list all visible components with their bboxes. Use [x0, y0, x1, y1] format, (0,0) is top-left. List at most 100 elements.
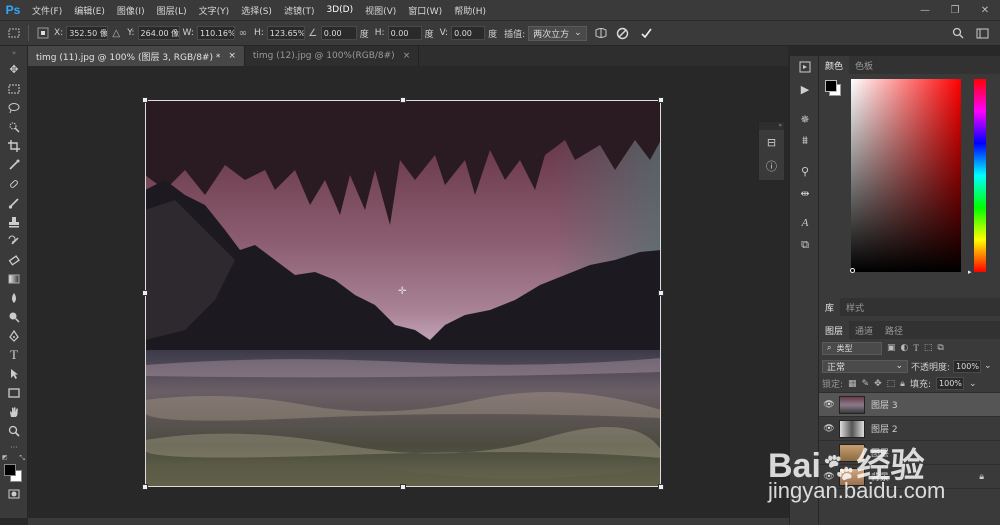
relative-position-icon[interactable]: △	[108, 25, 124, 41]
lasso-tool-icon[interactable]	[0, 98, 28, 117]
close-icon[interactable]: ×	[228, 51, 236, 61]
restore-button[interactable]: ❐	[940, 0, 970, 20]
link-icon[interactable]: ∞	[235, 25, 251, 41]
toolbar-collapse-icon[interactable]: »	[0, 46, 28, 60]
tab-timg-12[interactable]: timg (12).jpg @ 100%(RGB/8#) ×	[245, 46, 420, 66]
swap-colors-icon[interactable]: ⤡	[19, 454, 25, 463]
commit-transform-icon[interactable]	[639, 25, 655, 41]
interpolation-select[interactable]: 两次立方 ⌄	[528, 25, 587, 41]
character-icon[interactable]: A	[790, 212, 820, 234]
lock-pixels-icon[interactable]: ✎	[862, 379, 870, 389]
rotate-field[interactable]: 0.00	[320, 26, 357, 40]
adjustments-sliders-icon[interactable]: ⇹	[790, 182, 820, 204]
layer-row[interactable]: 👁︎ 图层 3	[819, 393, 1000, 417]
filter-type-icon[interactable]: T	[913, 343, 919, 353]
lock-position-icon[interactable]: ✥	[874, 379, 882, 389]
transform-handle-tl[interactable]	[142, 97, 148, 103]
filter-shape-icon[interactable]: ⬚	[924, 343, 933, 353]
clone-stamp-tool-icon[interactable]	[0, 212, 28, 231]
transform-handle-br[interactable]	[658, 484, 664, 490]
tool-presets-icon[interactable]: ⚲	[790, 160, 820, 182]
lock-transparent-icon[interactable]: ▦	[848, 379, 857, 389]
vskew-field[interactable]: 0.00	[451, 26, 486, 40]
tab-layers[interactable]: 图层	[819, 321, 850, 339]
zoom-tool-icon[interactable]	[0, 421, 28, 440]
tab-paths[interactable]: 路径	[879, 321, 909, 339]
filter-smart-icon[interactable]: ⧉	[937, 343, 943, 353]
lock-all-icon[interactable]: 🔒︎	[900, 379, 905, 389]
transform-handle-ml[interactable]	[142, 290, 148, 296]
tab-swatches[interactable]: 色板	[849, 56, 879, 74]
transform-handle-tc[interactable]	[400, 97, 406, 103]
panel-collapse-icon[interactable]: »	[759, 122, 784, 130]
hue-slider[interactable]	[974, 79, 986, 272]
default-colors-icon[interactable]: ◩	[2, 454, 8, 461]
brushes-icon[interactable]: ⩩	[790, 130, 820, 152]
move-tool-icon[interactable]: ✥	[0, 60, 28, 79]
blend-mode-select[interactable]: 正常 ⌄	[822, 359, 908, 373]
color-picker-cursor[interactable]	[850, 268, 855, 273]
tab-timg-11[interactable]: timg (11).jpg @ 100% (图层 3, RGB/8#) * ×	[28, 46, 245, 66]
actions-play-icon[interactable]: ▶	[790, 78, 820, 100]
menu-view[interactable]: 视图(V)	[359, 4, 402, 17]
rectangle-tool-icon[interactable]	[0, 383, 28, 402]
transform-handle-bl[interactable]	[142, 484, 148, 490]
workspace-icon[interactable]	[974, 25, 990, 41]
menu-select[interactable]: 选择(S)	[235, 4, 278, 17]
menu-type[interactable]: 文字(Y)	[193, 4, 236, 17]
menu-layer[interactable]: 图层(L)	[151, 4, 193, 17]
hand-tool-icon[interactable]	[0, 402, 28, 421]
dodge-tool-icon[interactable]	[0, 307, 28, 326]
lock-artboard-icon[interactable]: ⬚	[887, 379, 896, 389]
menu-window[interactable]: 窗口(W)	[402, 4, 448, 17]
panel-foreground-swatch[interactable]	[825, 80, 837, 92]
chevron-down-icon[interactable]: ⌄	[984, 361, 992, 371]
tab-channels[interactable]: 通道	[849, 321, 879, 339]
type-tool-icon[interactable]: T	[0, 345, 28, 364]
visibility-eye-icon[interactable]: 👁︎	[819, 400, 839, 410]
paragraph-styles-icon[interactable]: ⧉	[790, 234, 820, 256]
filter-adjust-icon[interactable]: ◐	[901, 343, 909, 353]
path-select-tool-icon[interactable]	[0, 364, 28, 383]
info-icon[interactable]: ⓘ	[759, 154, 784, 178]
layer-name[interactable]: 图层 2	[871, 422, 898, 435]
visibility-eye-icon[interactable]: 👁︎	[819, 424, 839, 434]
crop-tool-icon[interactable]	[0, 136, 28, 155]
height-field[interactable]: 123.65%	[266, 26, 305, 40]
fill-field[interactable]: 100%	[936, 377, 965, 390]
eyedropper-tool-icon[interactable]	[0, 155, 28, 174]
history-icon[interactable]	[790, 56, 820, 78]
brush-tool-icon[interactable]	[0, 193, 28, 212]
menu-file[interactable]: 文件(F)	[26, 4, 68, 17]
gradient-tool-icon[interactable]	[0, 269, 28, 288]
transform-tool-icon[interactable]	[6, 25, 22, 41]
transform-center-icon[interactable]: ✛	[398, 286, 406, 297]
opacity-field[interactable]: 100%	[953, 359, 982, 373]
pen-tool-icon[interactable]	[0, 326, 28, 345]
minimize-button[interactable]: —	[910, 0, 940, 20]
transform-handle-tr[interactable]	[658, 97, 664, 103]
hue-slider-handle[interactable]: ▸	[968, 268, 972, 276]
close-icon[interactable]: ×	[403, 51, 411, 61]
color-swatches[interactable]: ◩ ⤡	[0, 454, 28, 484]
reference-point-icon[interactable]	[35, 25, 51, 41]
adjustment-icon[interactable]: ⊟	[759, 130, 784, 154]
healing-brush-tool-icon[interactable]	[0, 174, 28, 193]
layer-filter-select[interactable]: ⌕ 类型	[822, 341, 882, 355]
menu-help[interactable]: 帮助(H)	[448, 4, 492, 17]
quick-select-tool-icon[interactable]	[0, 117, 28, 136]
close-button[interactable]: ✕	[970, 0, 1000, 20]
transform-handle-mr[interactable]	[658, 290, 664, 296]
chevron-down-icon[interactable]: ⌄	[969, 379, 977, 389]
history-brush-tool-icon[interactable]	[0, 231, 28, 250]
filter-pixel-icon[interactable]: ▣	[887, 343, 896, 353]
blur-tool-icon[interactable]	[0, 288, 28, 307]
cancel-transform-icon[interactable]	[615, 25, 631, 41]
y-position-field[interactable]: 264.00 像素	[137, 26, 180, 40]
width-field[interactable]: 110.16%	[196, 26, 235, 40]
tab-color[interactable]: 颜色	[819, 56, 850, 74]
hskew-field[interactable]: 0.00	[387, 26, 422, 40]
transform-handle-bc[interactable]	[400, 484, 406, 490]
menu-edit[interactable]: 编辑(E)	[68, 4, 111, 17]
marquee-tool-icon[interactable]	[0, 79, 28, 98]
